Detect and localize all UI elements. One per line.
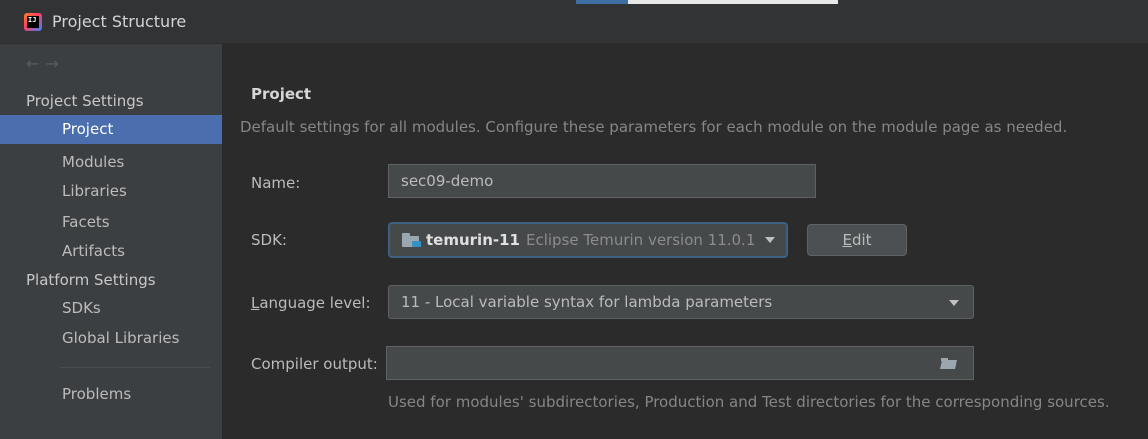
project-settings-header: Project Settings — [26, 92, 144, 110]
sdk-version: Eclipse Temurin version 11.0.1 — [525, 231, 756, 249]
chevron-down-icon — [765, 237, 776, 243]
sdk-dropdown[interactable]: temurin-11 Eclipse Temurin version 11.0.… — [388, 222, 788, 258]
sidebar-item-libraries[interactable]: Libraries — [0, 177, 222, 206]
sidebar-item-global-libraries[interactable]: Global Libraries — [0, 324, 222, 353]
sidebar-item-modules[interactable]: Modules — [0, 148, 222, 177]
sidebar-item-problems[interactable]: Problems — [0, 380, 222, 409]
chevron-down-icon — [949, 300, 959, 306]
open-folder-icon[interactable] — [940, 358, 957, 369]
compiler-output-field[interactable] — [386, 346, 974, 380]
nav-arrows: ←→ — [26, 54, 65, 73]
edit-sdk-button[interactable]: Edit — [807, 224, 907, 256]
title-bar: IJ Project Structure — [0, 0, 1148, 44]
compiler-output-hint: Used for modules' subdirectories, Produc… — [388, 393, 1110, 411]
page-title: Project — [251, 85, 312, 103]
page-description: Default settings for all modules. Config… — [240, 118, 1068, 136]
sidebar-item-artifacts[interactable]: Artifacts — [0, 237, 222, 266]
back-arrow-icon[interactable]: ← — [26, 54, 45, 73]
sdk-name: temurin-11 — [426, 231, 520, 249]
intellij-idea-icon: IJ — [24, 12, 42, 31]
edit-button-mnemonic: E — [842, 231, 852, 249]
platform-settings-header: Platform Settings — [26, 271, 156, 289]
compiler-output-label: Compiler output: — [251, 355, 378, 373]
title-accent-bar — [576, 0, 628, 4]
sdk-label: SDK: — [251, 231, 287, 249]
name-label: Name: — [251, 174, 301, 192]
title-accent-bar-light — [628, 0, 838, 4]
language-level-dropdown[interactable]: 11 - Local variable syntax for lambda pa… — [388, 285, 974, 319]
jdk-folder-icon — [402, 233, 421, 247]
sidebar-divider — [60, 367, 210, 368]
project-settings-panel: Project Default settings for all modules… — [222, 44, 1148, 439]
sidebar-item-project[interactable]: Project — [0, 115, 222, 144]
forward-arrow-icon[interactable]: → — [45, 54, 64, 73]
edit-button-label: dit — [851, 231, 872, 249]
name-field-value: sec09-demo — [401, 172, 494, 190]
language-level-value: 11 - Local variable syntax for lambda pa… — [401, 293, 773, 311]
sidebar-item-sdks[interactable]: SDKs — [0, 294, 222, 323]
sidebar-item-facets[interactable]: Facets — [0, 208, 222, 237]
window-title: Project Structure — [52, 12, 187, 31]
name-field[interactable]: sec09-demo — [388, 164, 816, 198]
language-level-label: Language level: — [251, 294, 371, 312]
sidebar: ←→ Project Settings Project Modules Libr… — [0, 44, 222, 439]
language-level-label-text: anguage level: — [259, 294, 371, 312]
